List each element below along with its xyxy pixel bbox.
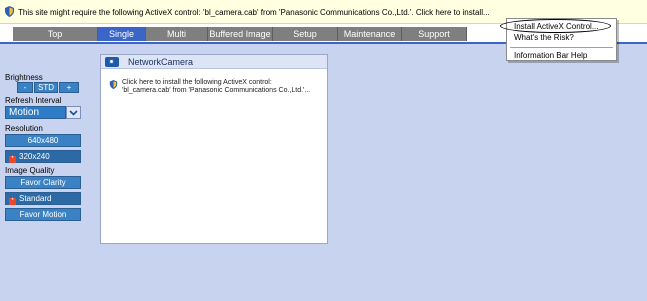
image-quality-label: Image Quality (5, 166, 55, 175)
tab-setup[interactable]: Setup (273, 27, 338, 41)
shield-icon (5, 6, 14, 17)
brightness-minus-button[interactable]: - (17, 82, 33, 93)
chevron-down-icon (69, 110, 78, 116)
infobar-message[interactable]: This site might require the following Ac… (18, 8, 490, 17)
resolution-label: Resolution (5, 124, 43, 133)
menu-infobar-help[interactable]: Information Bar Help (514, 51, 587, 60)
favor-clarity-button[interactable]: Favor Clarity (5, 176, 81, 189)
quality-standard-label: Standard (19, 194, 52, 203)
tab-maintenance[interactable]: Maintenance (338, 27, 402, 41)
brightness-std-button[interactable]: STD (34, 82, 58, 93)
menu-whats-the-risk[interactable]: What's the Risk? (514, 33, 574, 42)
install-message-line1: Click here to install the following Acti… (122, 79, 272, 86)
camera-icon (105, 57, 119, 67)
refresh-interval-label: Refresh Interval (5, 96, 62, 105)
install-message-line2: 'bl_camera.cab' from 'Panasonic Communic… (122, 87, 311, 94)
brightness-label: Brightness (5, 73, 43, 82)
resolution-320x240-button[interactable]: * 320x240 (5, 150, 81, 163)
highlight-circle (500, 19, 611, 33)
tab-single[interactable]: Single (98, 27, 146, 41)
resolution-640x480-button[interactable]: 640x480 (5, 134, 81, 147)
camera-window: NetworkCamera Click here to install the … (100, 54, 328, 244)
camera-title: NetworkCamera (128, 57, 194, 67)
resolution-320x240-label: 320x240 (19, 152, 50, 161)
install-activex-link[interactable]: Click here to install the following Acti… (122, 79, 310, 95)
tab-top[interactable]: Top (13, 27, 98, 41)
selected-marker-icon: * (9, 198, 16, 205)
favor-motion-button[interactable]: Favor Motion (5, 208, 81, 221)
quality-standard-button[interactable]: * Standard (5, 192, 81, 205)
tab-buffered-image[interactable]: Buffered Image (208, 27, 273, 41)
brightness-plus-button[interactable]: + (59, 82, 79, 93)
selected-marker-icon: * (9, 156, 16, 163)
menu-separator (510, 47, 613, 48)
refresh-interval-select[interactable]: Motion (5, 106, 66, 119)
camera-header: NetworkCamera (101, 55, 327, 69)
control-panel: Brightness - STD + Refresh Interval Moti… (0, 44, 97, 301)
shield-icon (109, 80, 118, 89)
tab-multi[interactable]: Multi (146, 27, 208, 41)
refresh-dropdown-button[interactable] (66, 106, 81, 119)
tab-support[interactable]: Support (402, 27, 467, 41)
